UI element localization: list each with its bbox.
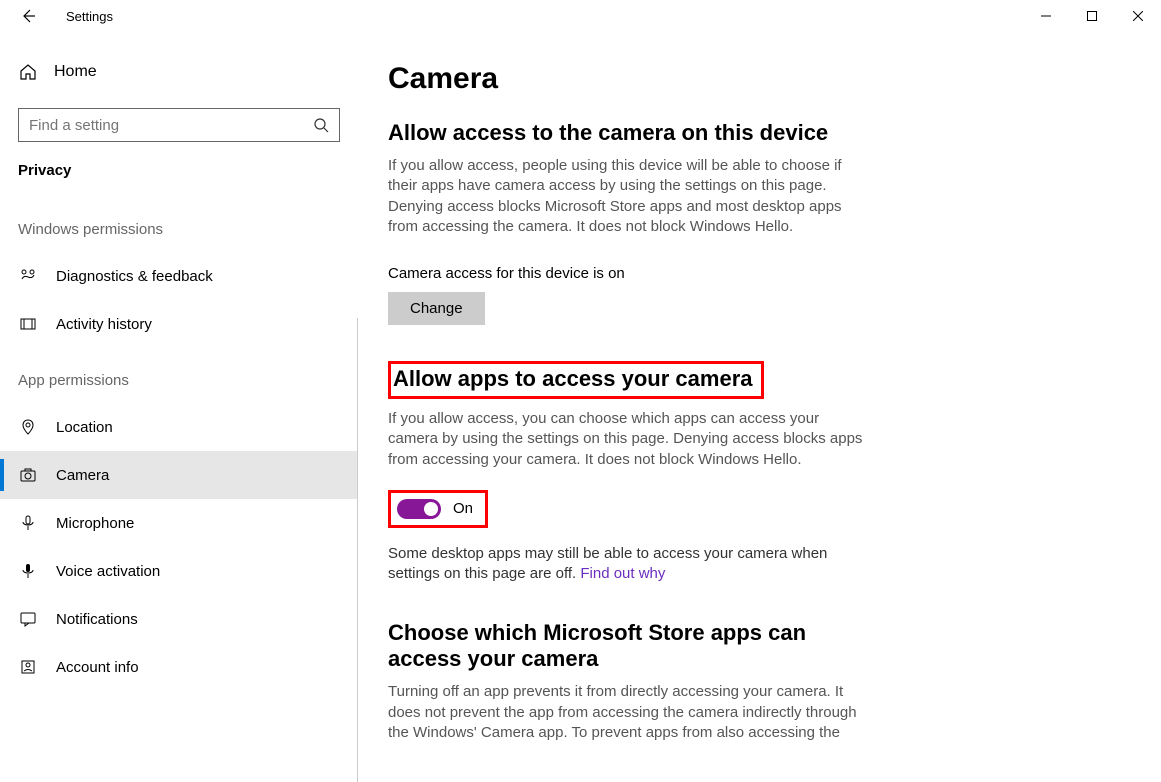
sidebar-item-microphone[interactable]: Microphone xyxy=(0,499,358,547)
microphone-icon xyxy=(18,513,38,533)
maximize-button[interactable] xyxy=(1069,0,1115,32)
account-icon xyxy=(18,657,38,677)
activity-icon xyxy=(18,314,38,334)
sidebar-item-location[interactable]: Location xyxy=(0,403,358,451)
sidebar-item-label: Voice activation xyxy=(56,563,160,580)
app-access-toggle[interactable] xyxy=(397,499,441,519)
window-title: Settings xyxy=(66,9,113,24)
location-icon xyxy=(18,417,38,437)
back-button[interactable] xyxy=(18,6,38,26)
sidebar-item-label: Camera xyxy=(56,467,109,484)
sidebar: Home Privacy Windows permissions Diagnos… xyxy=(0,32,358,782)
sidebar-item-label: Account info xyxy=(56,659,139,676)
camera-icon xyxy=(18,465,38,485)
sidebar-item-camera[interactable]: Camera xyxy=(0,451,358,499)
sidebar-home[interactable]: Home xyxy=(0,52,358,92)
choose-apps-desc: Turning off an app prevents it from dire… xyxy=(388,682,868,743)
main-content: Camera Allow access to the camera on thi… xyxy=(358,32,1161,782)
notifications-icon xyxy=(18,609,38,629)
search-icon xyxy=(313,117,329,133)
device-access-status: Camera access for this device is on xyxy=(388,265,1121,282)
device-access-desc: If you allow access, people using this d… xyxy=(388,156,868,237)
highlight-app-access-toggle: On xyxy=(388,490,488,528)
desktop-apps-note: Some desktop apps may still be able to a… xyxy=(388,544,848,585)
sidebar-item-label: Activity history xyxy=(56,316,152,333)
sidebar-item-label: Location xyxy=(56,419,113,436)
sidebar-home-label: Home xyxy=(54,63,97,81)
find-out-why-link[interactable]: Find out why xyxy=(580,565,665,582)
search-field[interactable] xyxy=(29,117,313,134)
sidebar-item-label: Notifications xyxy=(56,611,138,628)
sidebar-item-notifications[interactable]: Notifications xyxy=(0,595,358,643)
diagnostics-icon xyxy=(18,266,38,286)
app-access-desc: If you allow access, you can choose whic… xyxy=(388,409,868,470)
close-button[interactable] xyxy=(1115,0,1161,32)
search-input[interactable] xyxy=(18,108,340,142)
minimize-button[interactable] xyxy=(1023,0,1069,32)
device-access-title: Allow access to the camera on this devic… xyxy=(388,120,1121,146)
home-icon xyxy=(18,62,38,82)
voice-icon xyxy=(18,561,38,581)
sidebar-item-account[interactable]: Account info xyxy=(0,643,358,691)
group-windows-permissions: Windows permissions xyxy=(0,197,358,252)
choose-apps-title: Choose which Microsoft Store apps can ac… xyxy=(388,620,868,672)
change-button[interactable]: Change xyxy=(388,292,485,325)
toggle-state-label: On xyxy=(453,500,473,517)
app-access-title: Allow apps to access your camera xyxy=(393,366,753,392)
sidebar-item-label: Microphone xyxy=(56,515,134,532)
section-choose-apps: Choose which Microsoft Store apps can ac… xyxy=(388,620,1121,743)
section-device-access: Allow access to the camera on this devic… xyxy=(388,120,1121,325)
sidebar-item-diagnostics[interactable]: Diagnostics & feedback xyxy=(0,252,358,300)
section-app-access: Allow apps to access your camera If you … xyxy=(388,361,1121,584)
highlight-app-access-title: Allow apps to access your camera xyxy=(388,361,764,399)
sidebar-item-activity[interactable]: Activity history xyxy=(0,300,358,348)
group-app-permissions: App permissions xyxy=(0,348,358,403)
page-title: Camera xyxy=(388,62,1121,96)
sidebar-item-label: Diagnostics & feedback xyxy=(56,268,213,285)
sidebar-item-voice[interactable]: Voice activation xyxy=(0,547,358,595)
titlebar: Settings xyxy=(0,0,1161,32)
sidebar-category: Privacy xyxy=(0,162,358,197)
